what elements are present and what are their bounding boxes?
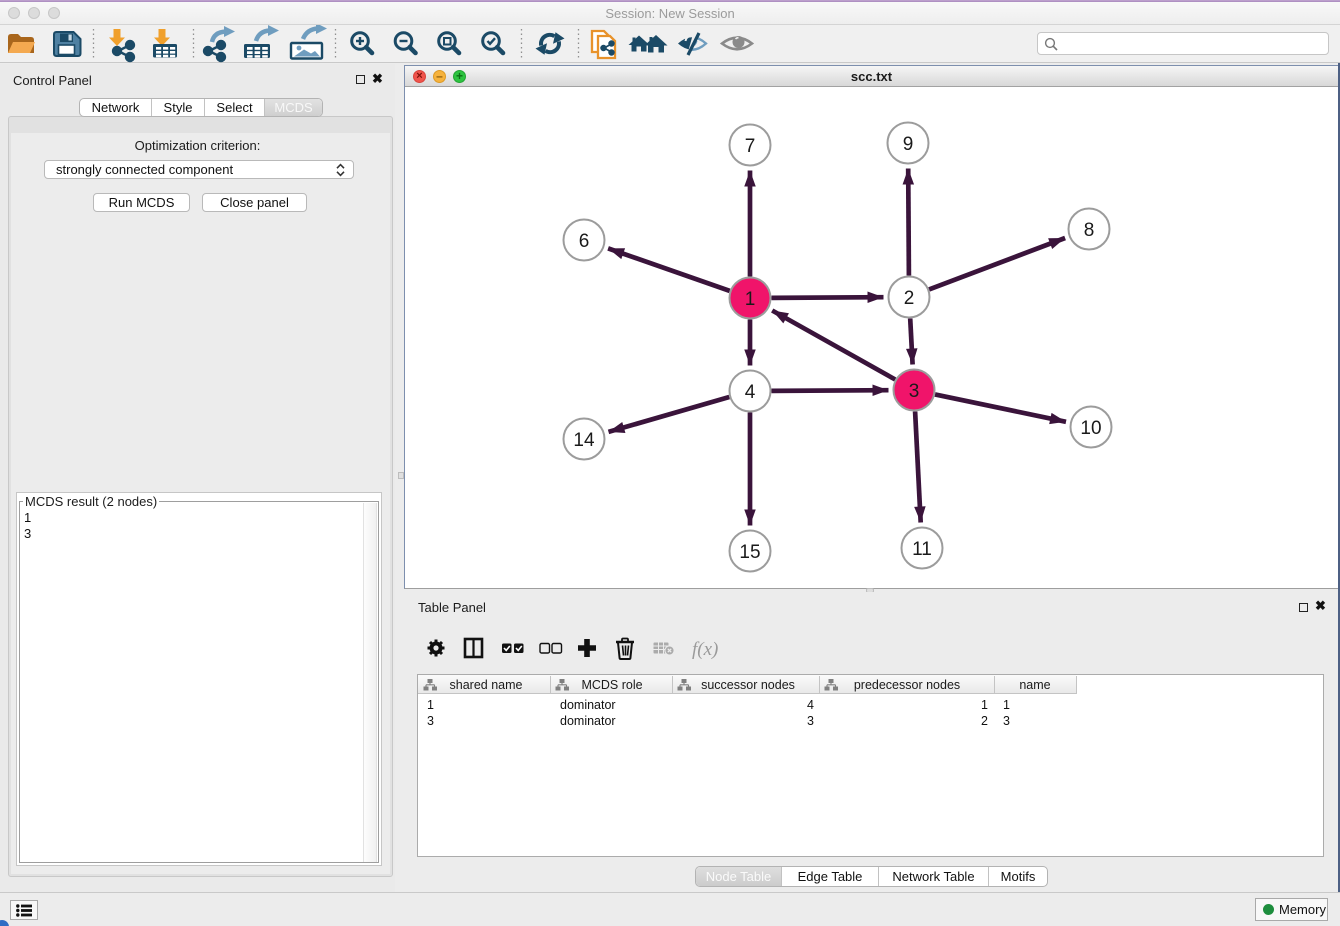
svg-text:10: 10 xyxy=(1080,418,1101,439)
svg-text:9: 9 xyxy=(903,134,914,155)
svg-text:7: 7 xyxy=(745,136,756,157)
svg-text:MCDS role: MCDS role xyxy=(581,678,642,692)
svg-text:6: 6 xyxy=(579,231,590,252)
svg-text:1: 1 xyxy=(745,289,756,310)
svg-text:name: name xyxy=(1019,678,1050,692)
svg-text:3: 3 xyxy=(909,381,920,402)
svg-text:successor nodes: successor nodes xyxy=(701,678,795,692)
svg-text:4: 4 xyxy=(745,382,756,403)
svg-text:f(x): f(x) xyxy=(692,639,718,660)
svg-text:predecessor nodes: predecessor nodes xyxy=(854,678,960,692)
svg-text:11: 11 xyxy=(912,539,932,560)
svg-text:15: 15 xyxy=(739,542,760,563)
svg-text:8: 8 xyxy=(1084,220,1095,241)
svg-text:shared name: shared name xyxy=(450,678,523,692)
svg-text:2: 2 xyxy=(904,288,915,309)
svg-text:14: 14 xyxy=(573,430,595,451)
